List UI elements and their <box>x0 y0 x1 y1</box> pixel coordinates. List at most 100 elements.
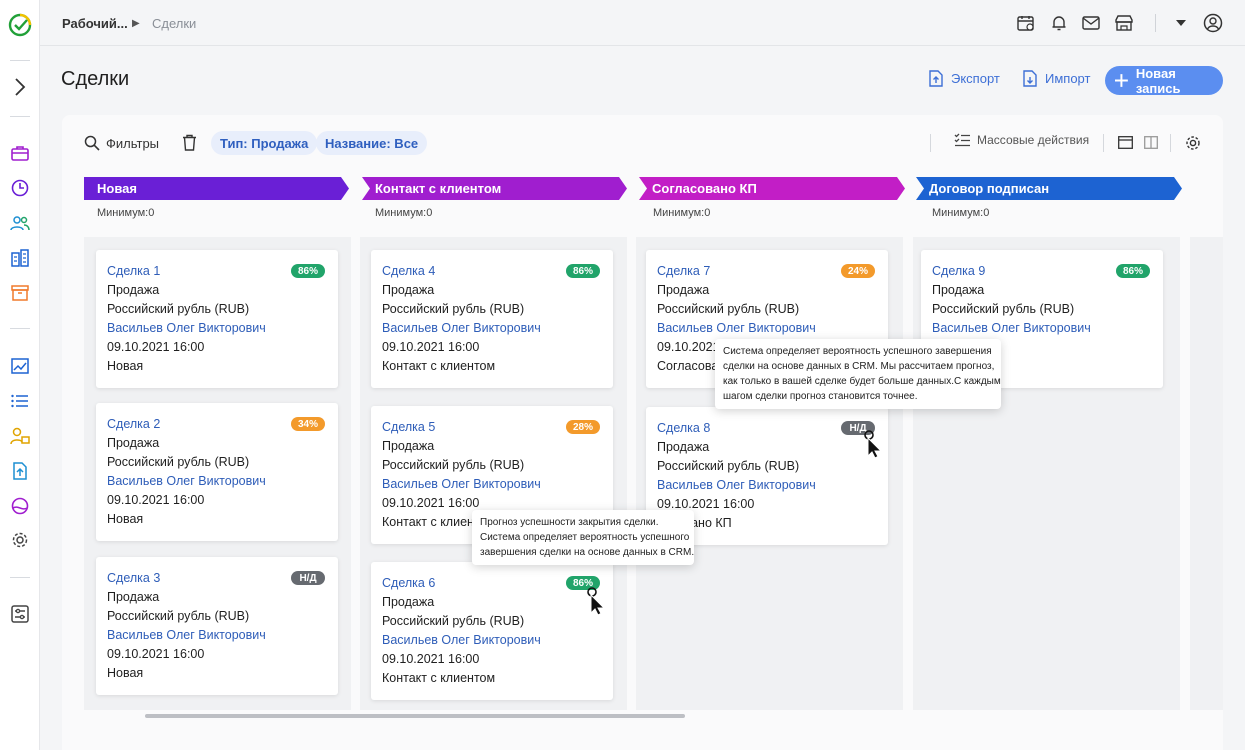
gear-icon[interactable] <box>6 526 34 554</box>
stage-label: Договор подписан <box>929 181 1050 196</box>
deal-card[interactable]: Сделка 3 Продажа Российский рубль (RUB) Вас… <box>96 557 338 695</box>
card-stage: Контакт с клиент <box>382 515 480 529</box>
card-currency: Российский рубль (RUB) <box>382 302 525 316</box>
deal-card[interactable]: Сделка 4 Продажа Российский рубль (RUB) Вас… <box>371 250 613 388</box>
card-stage: Новая <box>107 359 144 373</box>
sidebar-divider <box>10 116 30 117</box>
breadcrumb-workspace[interactable]: Рабочий... <box>62 16 128 31</box>
breadcrumb-current: Сделки <box>152 16 197 31</box>
archive-icon[interactable] <box>6 279 34 307</box>
pointer-cursor-icon <box>862 430 884 461</box>
probability-badge[interactable]: 86% <box>291 264 325 278</box>
calendar-icon[interactable] <box>1016 13 1036 33</box>
list-icon[interactable] <box>6 387 34 415</box>
stage-new[interactable]: Новая <box>84 177 349 200</box>
split-view-icon[interactable] <box>1144 136 1158 152</box>
stage-minimum: Минимум:0 <box>932 207 990 219</box>
stage-contact[interactable]: Контакт с клиентом <box>362 177 627 200</box>
card-owner[interactable]: Васильев Олег Викторович <box>107 474 266 488</box>
import-button[interactable]: Импорт <box>1023 70 1090 87</box>
toolbar-divider <box>1103 134 1104 152</box>
card-owner[interactable]: Васильев Олег Викторович <box>382 477 541 491</box>
stage-label: Новая <box>97 181 137 196</box>
bell-icon[interactable] <box>1049 13 1069 33</box>
card-title[interactable]: Сделка 5 <box>382 420 435 434</box>
deal-card[interactable]: Сделка 6 Продажа Российский рубль (RUB) Вас… <box>371 562 613 700</box>
briefcase-icon[interactable] <box>6 139 34 167</box>
settings-sliders-icon[interactable] <box>6 600 34 628</box>
card-currency: Российский рубль (RUB) <box>382 458 525 472</box>
card-date: 09.10.2021 16:00 <box>107 493 205 507</box>
card-currency: Российский рубль (RUB) <box>932 302 1075 316</box>
store-icon[interactable] <box>1114 13 1134 33</box>
clock-icon[interactable] <box>6 174 34 202</box>
tooltip-line: Система определяет вероятность успешного… <box>723 346 992 357</box>
tooltip-line: сделки на основе данных в CRM. Мы рассчи… <box>723 361 995 372</box>
card-type: Продажа <box>107 283 160 297</box>
mail-icon[interactable] <box>1081 13 1101 33</box>
kanban-view-icon[interactable] <box>1118 136 1133 152</box>
filters-button[interactable]: Фильтры <box>84 131 159 155</box>
card-title[interactable]: Сделка 3 <box>107 571 160 585</box>
document-upload-icon[interactable] <box>6 457 34 485</box>
probability-badge[interactable]: 34% <box>291 417 325 431</box>
profile-icon[interactable] <box>1203 13 1223 33</box>
card-type: Продажа <box>932 283 985 297</box>
export-button[interactable]: Экспорт <box>929 70 1000 87</box>
deal-card[interactable]: Сделка 1 Продажа Российский рубль (RUB) Вас… <box>96 250 338 388</box>
tooltip-success-forecast: Прогноз успешности закрытия сделки. Сист… <box>472 510 694 565</box>
card-owner[interactable]: Васильев Олег Викторович <box>657 478 816 492</box>
probability-badge[interactable]: 86% <box>1116 264 1150 278</box>
expand-icon[interactable] <box>6 73 34 101</box>
card-title[interactable]: Сделка 7 <box>657 264 710 278</box>
card-owner[interactable]: Васильев Олег Викторович <box>382 633 541 647</box>
card-currency: Российский рубль (RUB) <box>107 302 250 316</box>
card-title[interactable]: Сделка 2 <box>107 417 160 431</box>
card-title[interactable]: Сделка 9 <box>932 264 985 278</box>
trash-icon[interactable] <box>182 134 197 154</box>
card-currency: Российский рубль (RUB) <box>657 302 800 316</box>
card-owner[interactable]: Васильев Олег Викторович <box>382 321 541 335</box>
mass-actions-button[interactable]: Массовые действия <box>954 133 1089 147</box>
user-lock-icon[interactable] <box>6 422 34 450</box>
card-owner[interactable]: Васильев Олег Викторович <box>107 628 266 642</box>
card-date: 09.10.2021 16:00 <box>382 340 480 354</box>
stage-label: Согласовано КП <box>652 181 757 196</box>
card-type: Продажа <box>657 283 710 297</box>
filters-label: Фильтры <box>106 135 160 151</box>
new-record-button[interactable]: Новая запись <box>1105 66 1223 96</box>
filter-chip-name[interactable]: Название: Все <box>316 131 428 155</box>
stage-agreed[interactable]: Согласовано КП <box>639 177 905 200</box>
sidebar <box>0 0 40 750</box>
logo-icon[interactable] <box>6 11 34 39</box>
pointer-cursor-icon <box>585 587 607 618</box>
filter-chip-type[interactable]: Тип: Продажа <box>211 131 318 155</box>
deal-card[interactable]: Сделка 2 Продажа Российский рубль (RUB) Вас… <box>96 403 338 541</box>
probability-badge[interactable]: 28% <box>566 420 600 434</box>
stage-minimum: Минимум:0 <box>653 207 711 219</box>
card-currency: Российский рубль (RUB) <box>382 614 525 628</box>
caret-down-icon[interactable] <box>1171 13 1191 33</box>
stage-signed[interactable]: Договор подписан <box>916 177 1182 200</box>
card-title[interactable]: Сделка 4 <box>382 264 435 278</box>
card-title[interactable]: Сделка 6 <box>382 576 435 590</box>
card-title[interactable]: Сделка 1 <box>107 264 160 278</box>
stage-minimum: Минимум:0 <box>375 207 433 219</box>
card-owner[interactable]: Васильев Олег Викторович <box>657 321 816 335</box>
checklist-icon <box>954 133 970 147</box>
card-date: 09.10.2021 <box>657 340 720 354</box>
buildings-icon[interactable] <box>6 244 34 272</box>
toolbar-divider <box>1155 14 1156 32</box>
column-partial <box>1190 237 1223 710</box>
card-owner[interactable]: Васильев Олег Викторович <box>932 321 1091 335</box>
probability-badge[interactable]: 86% <box>566 264 600 278</box>
card-title[interactable]: Сделка 8 <box>657 421 710 435</box>
settings-gear-icon[interactable] <box>1185 135 1201 154</box>
globe-icon[interactable] <box>6 492 34 520</box>
chart-icon[interactable] <box>6 352 34 380</box>
users-icon[interactable] <box>6 209 34 237</box>
horizontal-scrollbar[interactable] <box>145 714 685 718</box>
probability-badge[interactable]: 24% <box>841 264 875 278</box>
card-owner[interactable]: Васильев Олег Викторович <box>107 321 266 335</box>
probability-badge[interactable]: Н/Д <box>291 571 325 585</box>
